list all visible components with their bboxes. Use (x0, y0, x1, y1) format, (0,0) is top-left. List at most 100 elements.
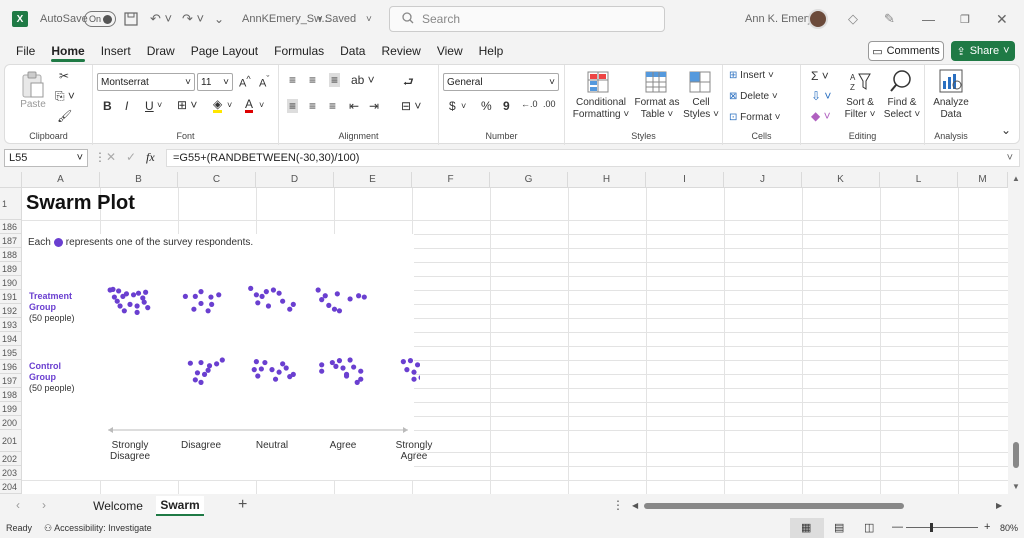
column-header[interactable]: B (100, 172, 178, 188)
zoom-slider-handle[interactable] (930, 523, 933, 532)
row-header[interactable]: 199 (0, 402, 22, 416)
menu-view[interactable]: View (429, 38, 471, 64)
chevron-down-icon[interactable]: ˅ (461, 101, 466, 111)
menu-help[interactable]: Help (471, 38, 512, 64)
column-header[interactable]: J (724, 172, 802, 188)
row-header[interactable]: 190 (0, 276, 22, 290)
chevron-down-icon[interactable]: ˅ (259, 100, 264, 110)
wrap-text-icon[interactable]: ⮐ (403, 73, 414, 94)
add-sheet-icon[interactable]: + (238, 496, 247, 514)
column-header[interactable]: G (490, 172, 568, 188)
avatar[interactable] (808, 9, 828, 29)
align-middle-icon[interactable]: ≡ (309, 73, 316, 87)
page-break-view-icon[interactable]: ◫ (864, 521, 874, 534)
align-bottom-icon[interactable]: ≡ (329, 73, 341, 87)
redo-icon[interactable]: ↷ ˅ (182, 0, 204, 38)
row-header[interactable]: 200 (0, 416, 22, 430)
more-options-icon[interactable]: ⋮ (94, 150, 106, 164)
menu-home[interactable]: Home (43, 38, 92, 64)
sheet-tab-welcome[interactable]: Welcome (84, 496, 152, 516)
restore-icon[interactable]: ❐ (960, 0, 970, 38)
cancel-icon[interactable]: ✕ (106, 150, 116, 164)
save-icon[interactable] (124, 0, 138, 38)
close-icon[interactable]: ✕ (996, 0, 1008, 38)
menu-draw[interactable]: Draw (139, 38, 183, 64)
row-header[interactable]: 201 (0, 430, 22, 452)
conditional-formatting-button[interactable]: Conditional Formatting ˅ (571, 97, 631, 121)
menu-formulas[interactable]: Formulas (266, 38, 332, 64)
row-header[interactable]: 1 (0, 188, 22, 220)
row-header[interactable]: 192 (0, 304, 22, 318)
row-header[interactable]: 193 (0, 318, 22, 332)
column-header[interactable]: M (958, 172, 1008, 188)
chevron-down-icon[interactable]: ˅ (366, 0, 372, 38)
fill-color-icon[interactable]: ◈ (213, 98, 223, 113)
column-header[interactable]: F (412, 172, 490, 188)
scroll-left-icon[interactable]: ◀ (632, 501, 638, 510)
menu-file[interactable]: File (8, 38, 43, 64)
cell-styles-button[interactable]: Cell Styles ˅ (681, 97, 721, 121)
sort-filter-button[interactable]: Sort & Filter ˅ (839, 97, 881, 121)
format-as-table-icon[interactable] (645, 71, 667, 96)
paste-icon[interactable] (21, 71, 45, 102)
search-box[interactable]: Search (389, 6, 665, 32)
spreadsheet-grid[interactable]: A B C D E F G H I J K L M 1 186 187 188 … (0, 172, 1024, 494)
select-all-corner[interactable] (0, 172, 22, 188)
row-header[interactable]: 198 (0, 388, 22, 402)
row-header[interactable]: 188 (0, 248, 22, 262)
zoom-slider[interactable] (906, 527, 978, 528)
page-layout-view-icon[interactable]: ▤ (834, 521, 844, 534)
column-header[interactable]: H (568, 172, 646, 188)
bold-button[interactable]: B (103, 99, 112, 113)
comments-button[interactable]: ▭ Comments (868, 41, 944, 61)
find-select-button[interactable]: Find & Select ˅ (881, 97, 923, 121)
cut-icon[interactable]: ✂ (59, 69, 69, 83)
find-select-icon[interactable] (889, 69, 913, 96)
row-header[interactable]: 195 (0, 346, 22, 360)
increase-indent-icon[interactable]: ⇥ (369, 99, 379, 113)
column-header[interactable]: K (802, 172, 880, 188)
zoom-in-icon[interactable]: + (984, 521, 990, 533)
increase-font-icon[interactable]: A^ (239, 74, 251, 90)
conditional-formatting-icon[interactable] (587, 71, 609, 96)
vertical-scrollbar[interactable]: ▲ ▼ (1008, 172, 1024, 494)
delete-button[interactable]: ⊠ Delete ˅ (729, 91, 799, 103)
column-header[interactable]: L (880, 172, 958, 188)
align-center-icon[interactable]: ≡ (309, 99, 316, 113)
accessibility-status[interactable]: ⚇ Accessibility: Investigate (44, 523, 152, 534)
column-header[interactable]: D (256, 172, 334, 188)
normal-view-button[interactable]: ▦ (790, 518, 824, 538)
enter-icon[interactable]: ✓ (126, 150, 136, 164)
align-right-icon[interactable]: ≡ (329, 99, 336, 113)
analyze-data-icon[interactable] (939, 69, 963, 96)
formula-input[interactable]: =G55+(RANDBETWEEN(-30,30)/100) ˅ (166, 149, 1020, 167)
diamond-icon[interactable]: ◇ (848, 0, 858, 38)
row-header[interactable]: 187 (0, 234, 22, 248)
font-color-icon[interactable]: A (245, 98, 254, 113)
merge-center-icon[interactable]: ⊟ ˅ (401, 99, 421, 113)
row-header[interactable]: 202 (0, 452, 22, 466)
chevron-down-icon[interactable]: ˅ (227, 100, 232, 110)
copy-icon[interactable]: ⎘ ˅ (55, 89, 75, 104)
autosave-toggle[interactable]: On (84, 11, 116, 27)
paste-label[interactable]: Paste (15, 99, 51, 111)
number-format-select[interactable]: General ˅ (443, 73, 559, 91)
align-left-icon[interactable]: ≡ (287, 99, 299, 113)
column-header[interactable]: I (646, 172, 724, 188)
horizontal-scroll-thumb[interactable] (644, 503, 904, 509)
undo-icon[interactable]: ↶ ˅ (150, 0, 172, 38)
insert-button[interactable]: ⊞ Insert ˅ (729, 70, 799, 82)
row-header[interactable]: 191 (0, 290, 22, 304)
font-name-select[interactable]: Montserrat ˅ (97, 73, 195, 91)
format-painter-icon[interactable]: 🖌 (57, 109, 72, 123)
menu-page-layout[interactable]: Page Layout (183, 38, 266, 64)
borders-icon[interactable]: ⊞ ˅ (177, 98, 197, 112)
orientation-icon[interactable]: ab ˅ (351, 73, 375, 87)
format-button[interactable]: ⊡ Format ˅ (729, 112, 799, 124)
decrease-font-icon[interactable]: Aˇ (259, 74, 269, 90)
pen-icon[interactable]: ✎ (884, 0, 895, 38)
row-header[interactable]: 204 (0, 480, 22, 494)
chevron-down-icon[interactable]: ˅ (157, 100, 162, 110)
scroll-right-icon[interactable]: ▶ (996, 501, 1002, 510)
autosum-icon[interactable]: Σ ˅ (811, 69, 829, 83)
